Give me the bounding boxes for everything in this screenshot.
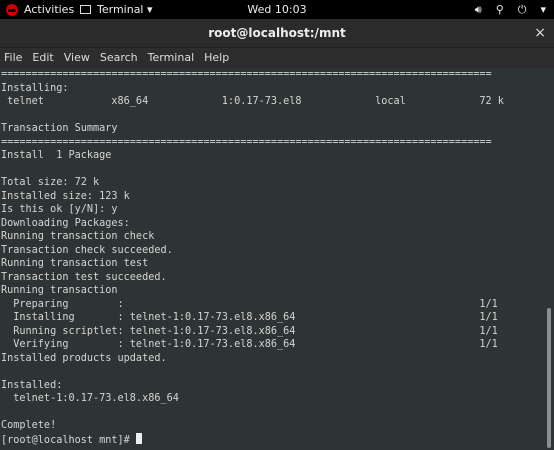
terminal-line: Running transaction test [1, 258, 149, 269]
terminal-line: Verifying : telnet-1:0.17-73.el8.x86_64 … [1, 339, 498, 350]
scrollbar[interactable] [544, 68, 554, 450]
terminal-line: Transaction test succeeded. [1, 271, 167, 283]
terminal-text: ========================================… [0, 68, 544, 433]
terminal-line: Running transaction check [1, 231, 155, 242]
menu-view[interactable]: View [59, 48, 95, 68]
terminal-line: Complete! [1, 420, 57, 431]
close-icon[interactable]: × [534, 19, 546, 47]
menu-bar: File Edit View Search Terminal Help [0, 48, 554, 68]
system-menu[interactable]: 🔊︎ ⚲ ⏻ ▾ [475, 0, 546, 19]
terminal-line: Running transaction [1, 285, 118, 296]
terminal-line: Preparing : 1/1 [1, 298, 498, 310]
menu-help[interactable]: Help [199, 48, 234, 68]
clock-label[interactable]: Wed 10:03 [247, 0, 306, 19]
terminal-line: telnet-1:0.17-73.el8.x86_64 [1, 393, 179, 404]
chevron-down-icon: ▾ [540, 3, 546, 16]
network-icon: ⚲ [495, 3, 504, 16]
terminal-line: Downloading Packages: [1, 217, 130, 229]
terminal-line: Transaction Summary [1, 123, 118, 134]
window-titlebar[interactable]: root@localhost:/mnt × [0, 19, 554, 48]
terminal-line: Installed: [1, 379, 63, 391]
terminal-line: Installing : telnet-1:0.17-73.el8.x86_64… [1, 312, 498, 323]
terminal-line: Installed products updated. [1, 352, 167, 364]
menu-search[interactable]: Search [95, 48, 143, 68]
power-icon: ⏻ [517, 3, 527, 16]
terminal-line: Installed size: 123 k [1, 190, 130, 202]
menu-edit[interactable]: Edit [27, 48, 58, 68]
menu-terminal[interactable]: Terminal [143, 48, 200, 68]
window-title: root@localhost:/mnt [208, 26, 346, 40]
speaker-icon: 🔊︎ [474, 3, 482, 16]
menu-file[interactable]: File [0, 48, 27, 68]
activities-button[interactable]: Activities [6, 0, 74, 19]
terminal-line: telnet x86_64 1:0.17-73.el8 local 72 k [1, 96, 504, 107]
terminal-prompt: [root@localhost mnt]# [1, 434, 136, 446]
text-cursor [135, 432, 142, 444]
terminal-line: Running scriptlet: telnet-1:0.17-73.el8.… [1, 325, 498, 337]
top-bar: Activities Terminal ▾ Wed 10:03 🔊︎ ⚲ ⏻ ▾ [0, 0, 554, 19]
terminal-line: Installing: [1, 82, 69, 94]
terminal-line: Transaction check succeeded. [1, 244, 173, 256]
terminal-line: Total size: 72 k [1, 177, 100, 188]
terminal-line: ========================================… [1, 136, 492, 148]
redhat-logo-icon [6, 3, 18, 16]
terminal-icon [80, 5, 91, 14]
app-menu-label: Terminal ▾ [97, 3, 153, 16]
terminal-line: Is this ok [y/N]: y [1, 204, 118, 215]
app-menu-button[interactable]: Terminal ▾ [80, 0, 153, 19]
terminal-line: ========================================… [1, 69, 492, 80]
activities-label: Activities [24, 3, 75, 16]
terminal-output[interactable]: ========================================… [0, 68, 544, 450]
scrollbar-thumb[interactable] [547, 308, 551, 448]
terminal-line: Install 1 Package [1, 150, 112, 161]
terminal-prompt-line[interactable]: [root@localhost mnt]# [0, 432, 544, 448]
